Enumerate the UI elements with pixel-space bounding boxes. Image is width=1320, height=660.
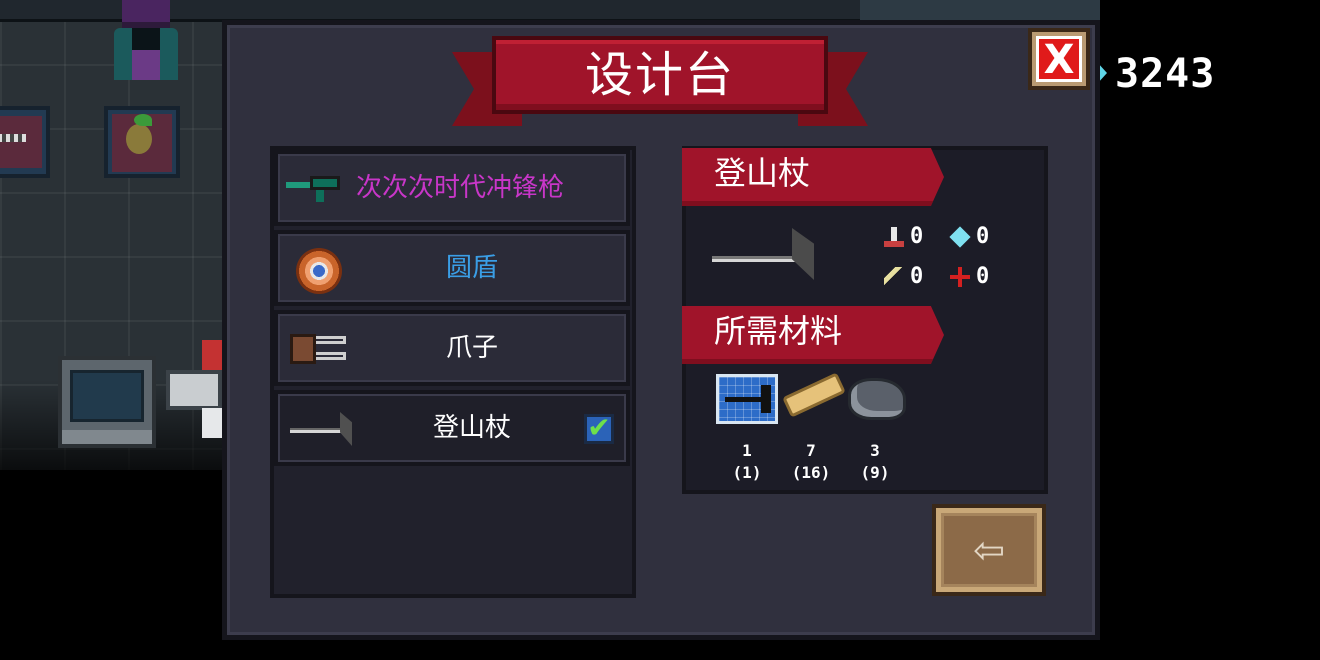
exit-button-face[interactable]: ⇦ <box>941 513 1037 587</box>
robot-npc <box>166 340 226 440</box>
energy-stat: 0 <box>949 222 990 252</box>
material-have: (16) <box>791 463 831 482</box>
exit-icon[interactable]: ⇦ <box>944 516 1034 584</box>
wall-top-right <box>860 0 1100 20</box>
recipe-item-label: 次次次时代冲锋枪 <box>356 173 565 203</box>
blueprint-icon <box>716 374 778 424</box>
recipe-item-claw[interactable]: 爪子 <box>274 310 630 386</box>
material-have: (9) <box>860 463 890 482</box>
seed-icon <box>126 124 152 154</box>
recipe-item-label: 登山杖 <box>432 413 511 443</box>
crit-stat: 0 <box>884 262 923 292</box>
pole-shaft <box>712 256 804 262</box>
claw-icon <box>286 328 346 368</box>
robot-body <box>202 408 222 438</box>
material-quantity: 3 (9) <box>844 440 906 484</box>
ore-icon <box>846 374 908 424</box>
dialog-title: 设计台 <box>584 47 735 103</box>
gem-count: 3243 <box>1115 51 1216 97</box>
accuracy-value: 0 <box>976 264 990 289</box>
crit-needle-icon <box>884 267 904 287</box>
sword-icon <box>884 227 904 247</box>
wizard-hat <box>122 0 170 28</box>
claw-blade-top <box>316 336 346 344</box>
recipe-item-label: 爪子 <box>445 333 498 363</box>
shield-shape <box>296 248 342 294</box>
item-name: 登山杖 <box>714 154 811 192</box>
material-quantity: 1 (1) <box>716 440 778 484</box>
ore-rock <box>848 378 906 420</box>
display-inner <box>0 116 42 168</box>
wood-log <box>782 372 846 418</box>
pole-shaft <box>290 428 348 433</box>
wall-display-left <box>0 106 50 178</box>
close-icon[interactable]: X <box>1039 39 1079 81</box>
close-button-face[interactable]: X <box>1036 36 1082 82</box>
round-shield-icon <box>286 248 346 294</box>
sprout-icon <box>134 114 152 126</box>
claw-blade-bottom <box>316 352 346 360</box>
accuracy-stat: 0 <box>950 262 989 292</box>
monitor-stand <box>62 430 152 444</box>
smg-icon <box>286 168 346 208</box>
material-quantity: 7 (16) <box>780 440 842 484</box>
crosshair-icon <box>950 267 970 287</box>
robot-head <box>166 370 222 410</box>
exit-button[interactable]: ⇦ <box>932 504 1046 596</box>
energy-value: 0 <box>976 224 990 249</box>
check-icon: ✔ <box>587 411 611 444</box>
wall-display-seed <box>104 106 180 178</box>
wizard-face <box>132 28 160 50</box>
recipe-item-label: 圆盾 <box>445 253 498 283</box>
wizard-robe <box>132 50 160 80</box>
smg-grip <box>316 190 324 202</box>
selected-checkbox[interactable]: ✔ <box>584 411 614 444</box>
claw-grip <box>290 334 316 364</box>
material-need: 3 <box>870 441 880 460</box>
pole-head <box>340 412 352 446</box>
close-button[interactable]: X <box>1028 28 1090 90</box>
recipe-item-round-shield[interactable]: 圆盾 <box>274 230 630 306</box>
trekking-pole-icon <box>286 408 352 448</box>
pole-head <box>792 228 814 280</box>
computer-monitor <box>58 356 156 448</box>
recipe-item-smg[interactable]: 次次次时代冲锋枪 <box>274 150 630 226</box>
wood-icon <box>782 372 846 424</box>
item-name-banner: 登山杖 <box>682 148 944 206</box>
monitor-screen <box>70 370 144 422</box>
wizard-npc <box>108 0 184 82</box>
title-ribbon: 设计台 <box>492 36 828 114</box>
crit-value: 0 <box>910 264 924 289</box>
blueprint-head <box>761 385 771 413</box>
materials-banner: 所需材料 <box>682 306 944 364</box>
damage-stat: 0 <box>884 222 923 252</box>
energy-gem-icon <box>949 226 971 248</box>
material-need: 7 <box>806 441 816 460</box>
blueprint-shaft <box>725 397 765 402</box>
damage-value: 0 <box>910 224 924 249</box>
materials-title: 所需材料 <box>714 312 843 350</box>
trekking-pole-preview-icon <box>712 226 822 286</box>
material-need: 1 <box>742 441 752 460</box>
recipe-item-trekking-pole[interactable]: 登山杖 ✔ <box>274 390 630 466</box>
display-item <box>0 134 26 142</box>
smg-body <box>310 176 340 190</box>
material-have: (1) <box>732 463 762 482</box>
